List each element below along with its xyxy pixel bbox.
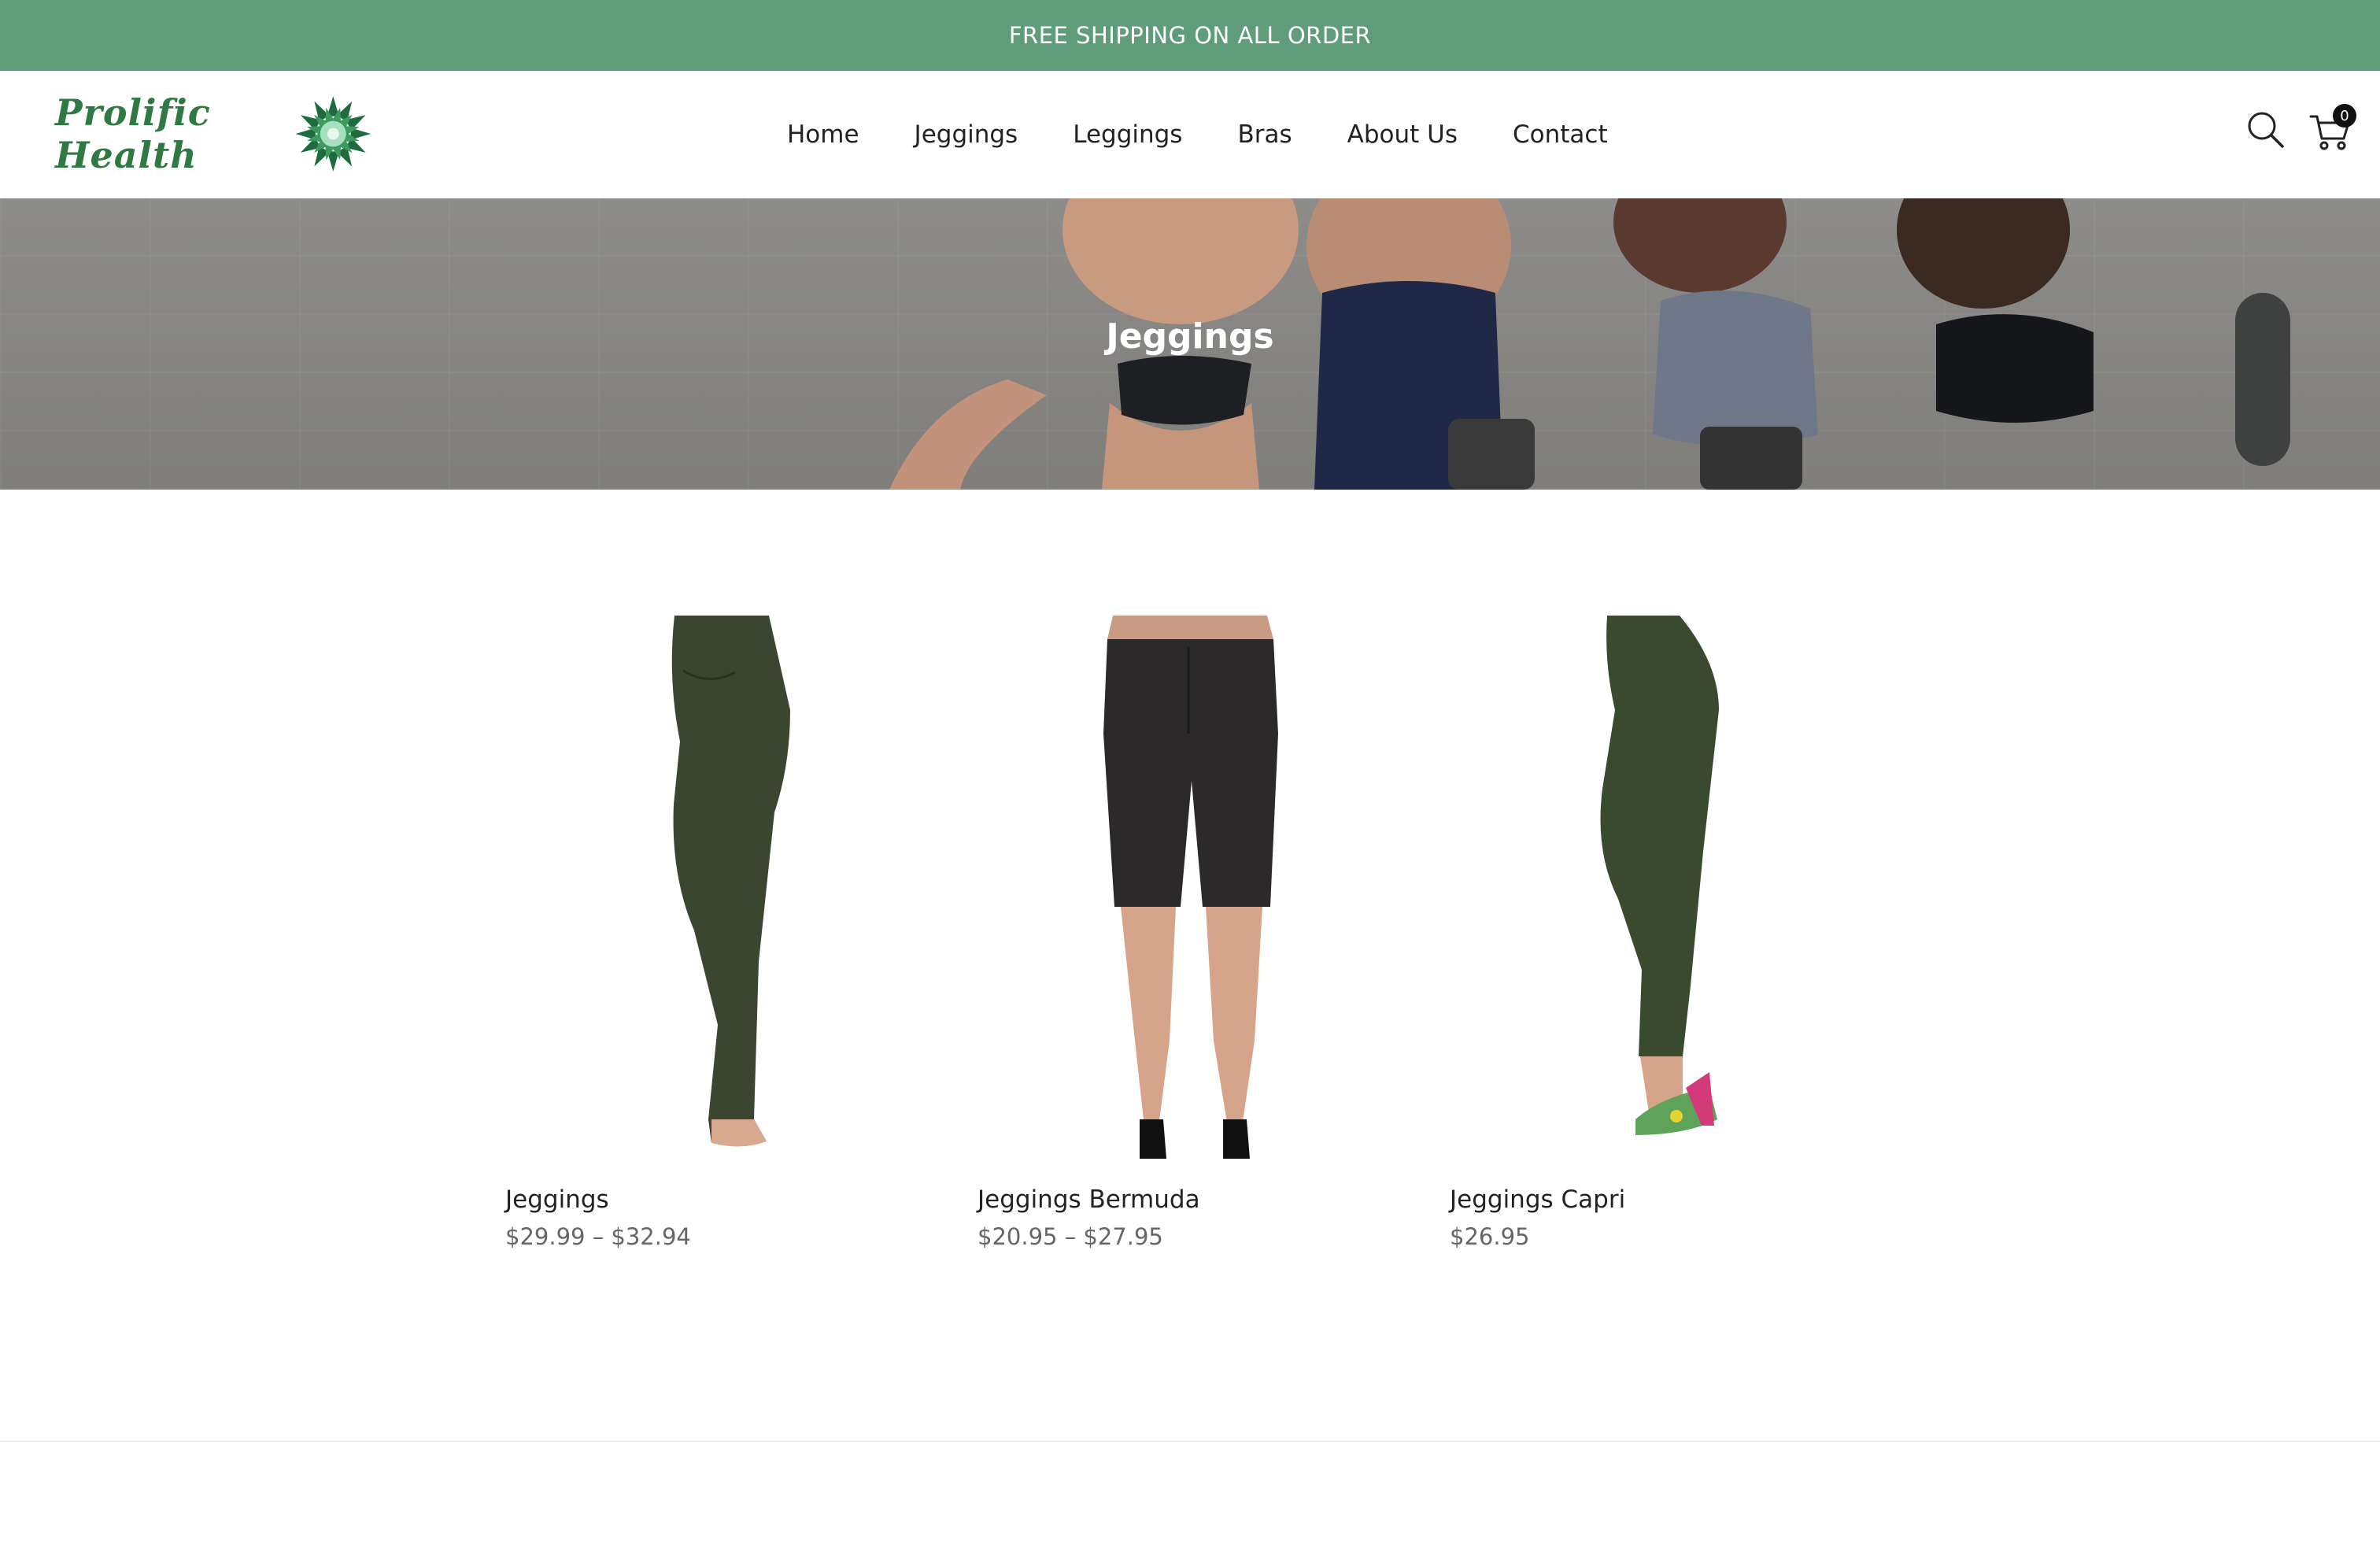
- product-name[interactable]: Jeggings Bermuda: [978, 1185, 1402, 1214]
- product-card[interactable]: Jeggings Capri $26.95: [1450, 616, 1875, 1250]
- product-price: $29.99 – $32.94: [505, 1223, 691, 1250]
- product-card[interactable]: Jeggings $29.99 – $32.94: [505, 616, 930, 1250]
- page-title: Jeggings: [1106, 316, 1274, 357]
- logo-text: Prolific Health: [55, 91, 211, 176]
- hero-banner: Jeggings: [0, 198, 2380, 490]
- cart-count-badge: 0: [2333, 104, 2356, 128]
- announcement-bar: FREE SHIPPING ON ALL ORDER: [0, 0, 2380, 71]
- site-header: Prolific Health Home Jeggings Leggings B…: [0, 71, 2380, 198]
- product-image[interactable]: [978, 616, 1402, 1159]
- main-nav: Home Jeggings Leggings Bras About Us Con…: [787, 71, 1608, 198]
- product-image[interactable]: [1450, 616, 1875, 1159]
- product-card[interactable]: Jeggings Bermuda $20.95 – $27.95: [978, 616, 1402, 1250]
- product-price: $26.95: [1450, 1223, 1530, 1250]
- site-logo[interactable]: Prolific Health: [44, 79, 375, 189]
- nav-item-leggings[interactable]: Leggings: [1073, 120, 1182, 149]
- product-image[interactable]: [505, 616, 930, 1159]
- product-name[interactable]: Jeggings Capri: [1450, 1185, 1875, 1214]
- nav-item-contact[interactable]: Contact: [1513, 120, 1608, 149]
- section-divider: [0, 1441, 2380, 1442]
- product-price: $20.95 – $27.95: [978, 1223, 1163, 1250]
- product-name[interactable]: Jeggings: [505, 1185, 930, 1214]
- announcement-text: FREE SHIPPING ON ALL ORDER: [1008, 22, 1372, 49]
- nav-item-bras[interactable]: Bras: [1237, 120, 1292, 149]
- nav-item-about-us[interactable]: About Us: [1347, 120, 1458, 149]
- search-icon[interactable]: [2246, 110, 2286, 150]
- flower-logo-icon: [295, 96, 371, 172]
- nav-item-jeggings[interactable]: Jeggings: [915, 120, 1018, 149]
- nav-item-home[interactable]: Home: [787, 120, 859, 149]
